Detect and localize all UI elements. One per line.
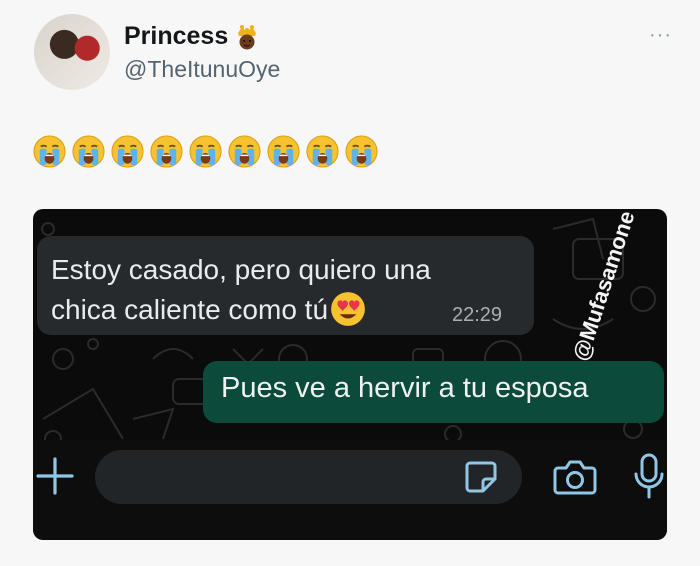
microphone-icon[interactable]	[632, 452, 666, 500]
outgoing-message-bubble[interactable]: Pues ve a hervir a tu esposa	[203, 361, 664, 423]
loudly-crying-face-icon	[267, 135, 300, 168]
sticker-icon[interactable]	[464, 460, 498, 494]
crown-emoji-icon	[238, 25, 256, 50]
incoming-message-bubble[interactable]: Estoy casado, pero quiero una chica cali…	[37, 236, 534, 335]
outgoing-message-text: Pues ve a hervir a tu esposa	[221, 372, 589, 404]
incoming-message-line-2: chica caliente como tú	[51, 294, 329, 325]
avatar[interactable]	[34, 14, 110, 90]
loudly-crying-face-icon	[150, 135, 183, 168]
loudly-crying-face-icon	[33, 135, 66, 168]
author-handle[interactable]: @TheItunuOye	[124, 56, 280, 83]
emoji-row	[32, 134, 379, 169]
loudly-crying-face-icon	[111, 135, 144, 168]
smiling-face-with-heart-eyes-icon	[331, 292, 365, 326]
loudly-crying-face-icon	[72, 135, 105, 168]
loudly-crying-face-icon	[228, 135, 261, 168]
loudly-crying-face-icon	[189, 135, 222, 168]
loudly-crying-face-icon	[306, 135, 339, 168]
incoming-message-line-1: Estoy casado, pero quiero una	[51, 254, 431, 285]
camera-icon[interactable]	[553, 459, 597, 495]
author-name[interactable]: Princess	[124, 22, 228, 51]
more-options-icon[interactable]: ···	[649, 24, 672, 47]
loudly-crying-face-icon	[345, 135, 378, 168]
plus-icon[interactable]	[35, 456, 75, 496]
message-timestamp: 22:29	[452, 304, 503, 326]
watermark: @Mufasamone	[568, 208, 640, 364]
message-input[interactable]	[95, 450, 522, 504]
